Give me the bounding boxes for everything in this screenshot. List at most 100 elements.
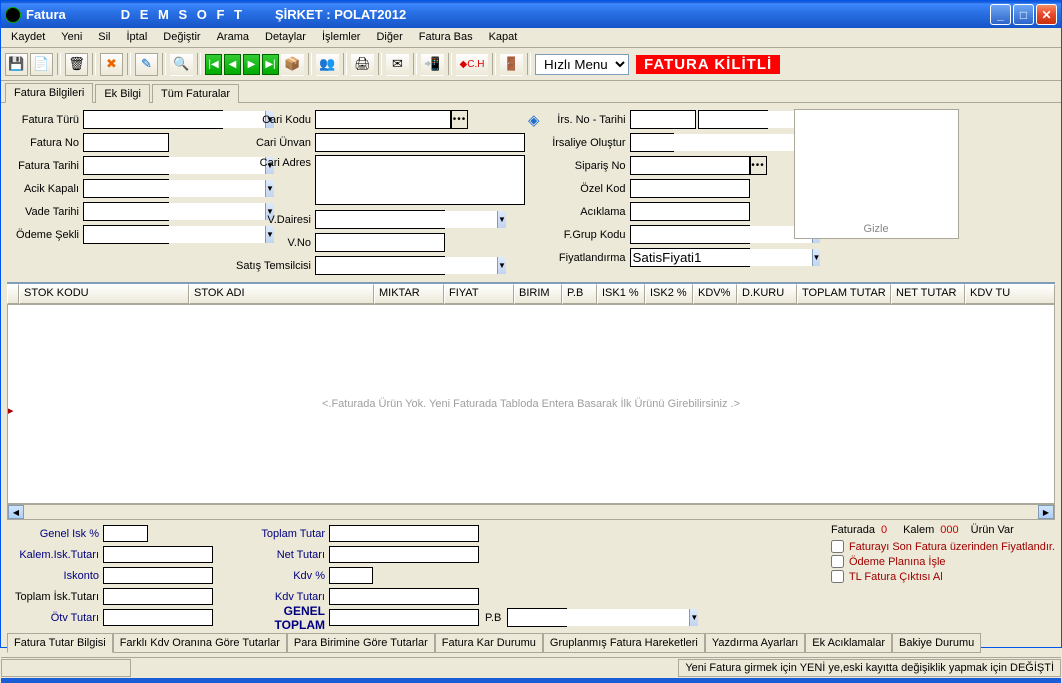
btab-fatura-tutar[interactable]: Fatura Tutar Bilgisi (7, 633, 113, 653)
menu-kaydet[interactable]: Kaydet (3, 28, 53, 47)
sms-icon[interactable]: 📲 (421, 53, 444, 76)
menu-kapat[interactable]: Kapat (481, 28, 526, 47)
kdv-tutari-input[interactable] (329, 588, 479, 605)
col-dkuru[interactable]: D.KURU (737, 284, 797, 304)
scroll-right-button[interactable]: ▶ (1038, 505, 1054, 519)
col-fiyat[interactable]: FIYAT (444, 284, 514, 304)
chevron-down-icon[interactable]: ▼ (497, 257, 506, 274)
fatura-turu-combo[interactable]: ▼ (83, 110, 223, 129)
nav-last-icon[interactable]: ▶| (262, 54, 279, 75)
chk-odeme-plani[interactable]: Ödeme Planına İşle (831, 555, 1055, 568)
btab-yazdirma[interactable]: Yazdırma Ayarları (705, 633, 805, 653)
chk-tl-cikti[interactable]: TL Fatura Çıktısı Al (831, 570, 1055, 583)
kdv-pct-input[interactable] (329, 567, 373, 584)
exit-icon[interactable]: 🚪 (500, 53, 523, 76)
fgrup-kodu-combo[interactable]: ▼ (630, 225, 750, 244)
fiyatlandirma-combo[interactable]: ▼ (630, 248, 750, 267)
close-button[interactable]: ✕ (1036, 4, 1057, 25)
minimize-button[interactable]: _ (990, 4, 1011, 25)
pb-combo[interactable]: ▼ (507, 608, 567, 627)
menu-sil[interactable]: Sil (90, 28, 118, 47)
chevron-down-icon[interactable]: ▼ (689, 609, 698, 626)
ch-icon[interactable]: ◆C.H (456, 53, 488, 76)
siparis-no-input[interactable] (630, 156, 750, 175)
menu-detaylar[interactable]: Detaylar (257, 28, 314, 47)
scroll-left-button[interactable]: ◀ (8, 505, 24, 519)
delete-icon[interactable]: 🗑 (65, 53, 88, 76)
chevron-down-icon[interactable]: ▼ (497, 211, 506, 228)
chevron-down-icon[interactable]: ▼ (812, 249, 821, 266)
mail-icon[interactable]: ✉ (386, 53, 409, 76)
col-toplam-tutar[interactable]: TOPLAM TUTAR (797, 284, 891, 304)
fatura-tarihi-combo[interactable]: ▼ (83, 156, 169, 175)
vdairesi-combo[interactable]: ▼ (315, 210, 445, 229)
genel-toplam-input[interactable] (329, 609, 479, 626)
col-kdv[interactable]: KDV% (693, 284, 737, 304)
print-icon[interactable]: 🖨 (351, 53, 374, 76)
net-tutari-input[interactable] (329, 546, 479, 563)
search-icon[interactable]: 🔍 (170, 53, 193, 76)
quick-menu-select[interactable]: Hızlı Menu (535, 54, 629, 75)
siparis-lookup-button[interactable]: ••• (750, 156, 767, 175)
checkbox-icon[interactable] (831, 570, 844, 583)
users-icon[interactable]: 👥 (316, 53, 339, 76)
menu-degistir[interactable]: Değiştir (155, 28, 208, 47)
fatura-no-input[interactable] (83, 133, 169, 152)
menu-islemler[interactable]: İşlemler (314, 28, 369, 47)
tab-tum-faturalar[interactable]: Tüm Faturalar (152, 84, 239, 103)
col-isk1[interactable]: ISK1 % (597, 284, 645, 304)
new-icon[interactable]: 📄 (30, 53, 53, 76)
btab-farkli-kdv[interactable]: Farklı Kdv Oranına Göre Tutarlar (113, 633, 287, 653)
nav-prev-icon[interactable]: ◀ (224, 54, 241, 75)
cari-kodu-lookup-button[interactable]: ••• (451, 110, 468, 129)
btab-ek-aciklama[interactable]: Ek Acıklamalar (805, 633, 892, 653)
col-stok-kodu[interactable]: STOK KODU (19, 284, 189, 304)
irs-no-input[interactable] (630, 110, 696, 129)
cari-unvan-input[interactable] (315, 133, 525, 152)
menu-iptal[interactable]: İptal (119, 28, 156, 47)
menu-arama[interactable]: Arama (209, 28, 257, 47)
ozel-kod-input[interactable] (630, 179, 750, 198)
menu-yeni[interactable]: Yeni (53, 28, 90, 47)
cari-kodu-input[interactable] (315, 110, 451, 129)
tab-fatura-bilgileri[interactable]: Fatura Bilgileri (5, 83, 93, 103)
cancel-icon[interactable]: ✖ (100, 53, 123, 76)
menu-diger[interactable]: Diğer (368, 28, 410, 47)
package-icon[interactable]: 📦 (281, 53, 304, 76)
save-icon[interactable]: 💾 (5, 53, 28, 76)
edit-icon[interactable]: ✎ (135, 53, 158, 76)
col-pb[interactable]: P.B (562, 284, 597, 304)
vade-tarihi-combo[interactable]: ▼ (83, 202, 169, 221)
odeme-sekli-combo[interactable]: ▼ (83, 225, 169, 244)
nav-next-icon[interactable]: ▶ (243, 54, 260, 75)
col-birim[interactable]: BIRIM (514, 284, 562, 304)
info-icon[interactable]: ◈ (528, 111, 540, 129)
horizontal-scrollbar[interactable]: ◀ ▶ (7, 504, 1055, 520)
grid-body[interactable]: ▸ <.Faturada Ürün Yok. Yeni Faturada Tab… (7, 304, 1055, 504)
cari-adres-input[interactable] (315, 155, 525, 205)
btab-para-birimi[interactable]: Para Birimine Göre Tutarlar (287, 633, 435, 653)
acik-kapali-combo[interactable]: ▼ (83, 179, 169, 198)
checkbox-icon[interactable] (831, 555, 844, 568)
btab-bakiye[interactable]: Bakiye Durumu (892, 633, 981, 653)
btab-gruplanmis[interactable]: Gruplanmış Fatura Hareketleri (543, 633, 705, 653)
checkbox-icon[interactable] (831, 540, 844, 553)
col-net-tutar[interactable]: NET TUTAR (891, 284, 965, 304)
toplam-tutar-input[interactable] (329, 525, 479, 542)
vno-input[interactable] (315, 233, 445, 252)
image-panel[interactable]: Gizle (794, 109, 959, 239)
otv-tutari-input[interactable] (103, 609, 213, 626)
genel-isk-input[interactable] (103, 525, 148, 542)
col-miktar[interactable]: MIKTAR (374, 284, 444, 304)
kalem-isk-tutari-input[interactable] (103, 546, 213, 563)
toplam-isk-tutari-input[interactable] (103, 588, 213, 605)
col-kdv-tu[interactable]: KDV TU (965, 284, 1055, 304)
chk-son-fatura[interactable]: Faturayı Son Fatura üzerinden Fiyatlandı… (831, 540, 1055, 553)
satis-temsilcisi-combo[interactable]: ▼ (315, 256, 445, 275)
menu-faturabas[interactable]: Fatura Bas (411, 28, 481, 47)
col-isk2[interactable]: ISK2 % (645, 284, 693, 304)
irsaliye-olustur-combo[interactable]: ▼ (630, 133, 674, 152)
irs-tarihi-combo[interactable]: ▼ (698, 110, 768, 129)
iskonto-input[interactable] (103, 567, 213, 584)
maximize-button[interactable]: □ (1013, 4, 1034, 25)
